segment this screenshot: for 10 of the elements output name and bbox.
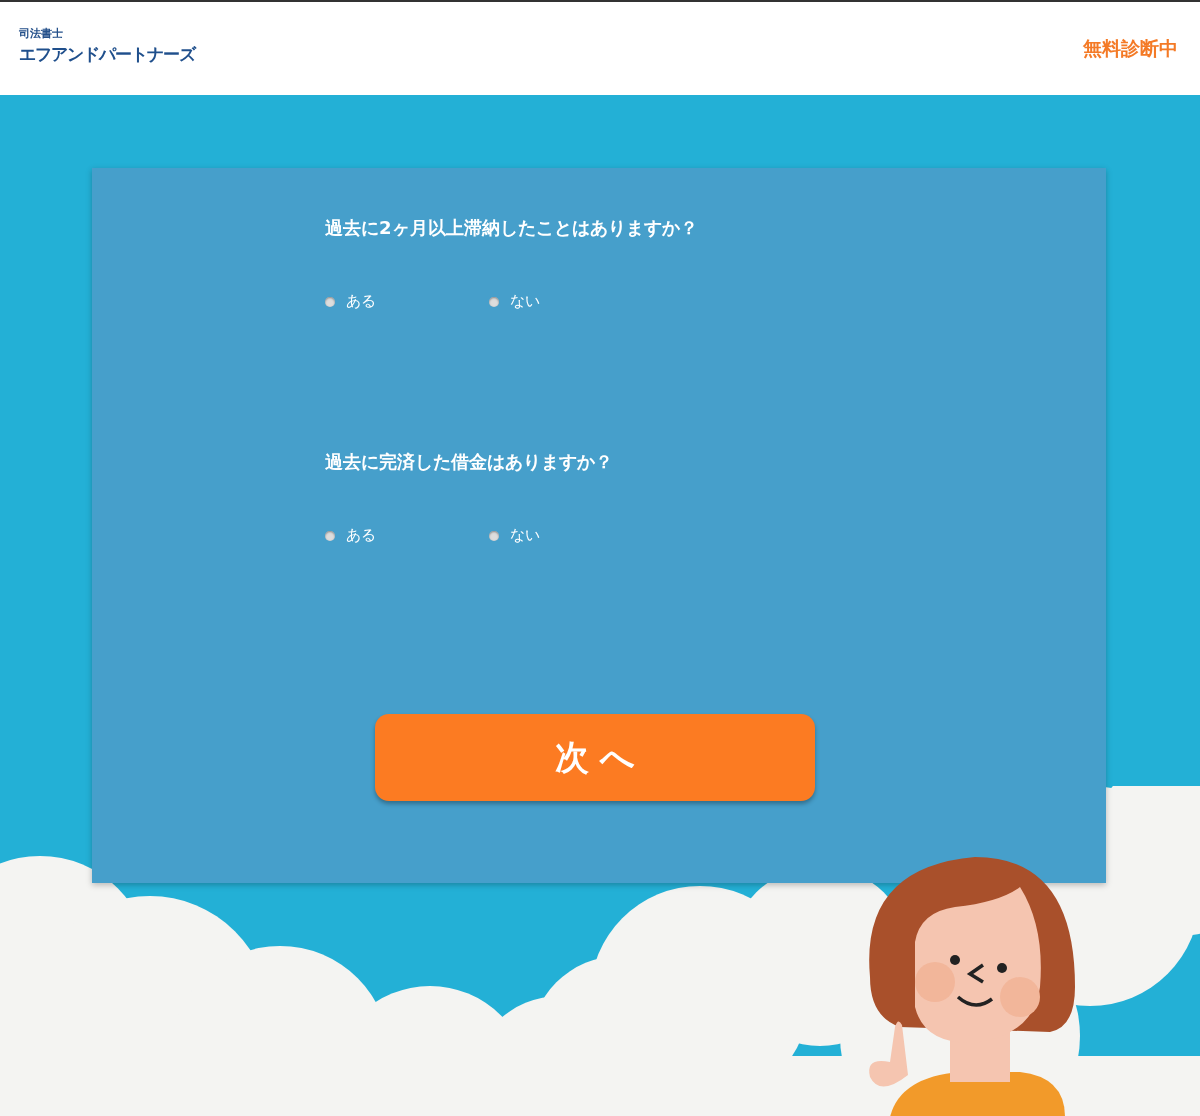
status-label: 無料診断中 xyxy=(1083,35,1178,61)
next-button[interactable]: 次 へ xyxy=(375,714,815,801)
logo-subtitle: 司法書士 xyxy=(19,25,64,41)
question-text: 過去に2ヶ月以上滞納したことはありますか？ xyxy=(325,216,699,240)
radio-option[interactable]: ある xyxy=(325,526,489,545)
radio-option[interactable]: ある xyxy=(325,292,489,311)
question-text: 過去に完済した借金はありますか？ xyxy=(325,450,614,474)
radio-option[interactable]: ない xyxy=(489,292,653,311)
radio-option[interactable]: ない xyxy=(489,526,653,545)
logo-title[interactable]: エフアンドパートナーズ xyxy=(19,42,195,66)
